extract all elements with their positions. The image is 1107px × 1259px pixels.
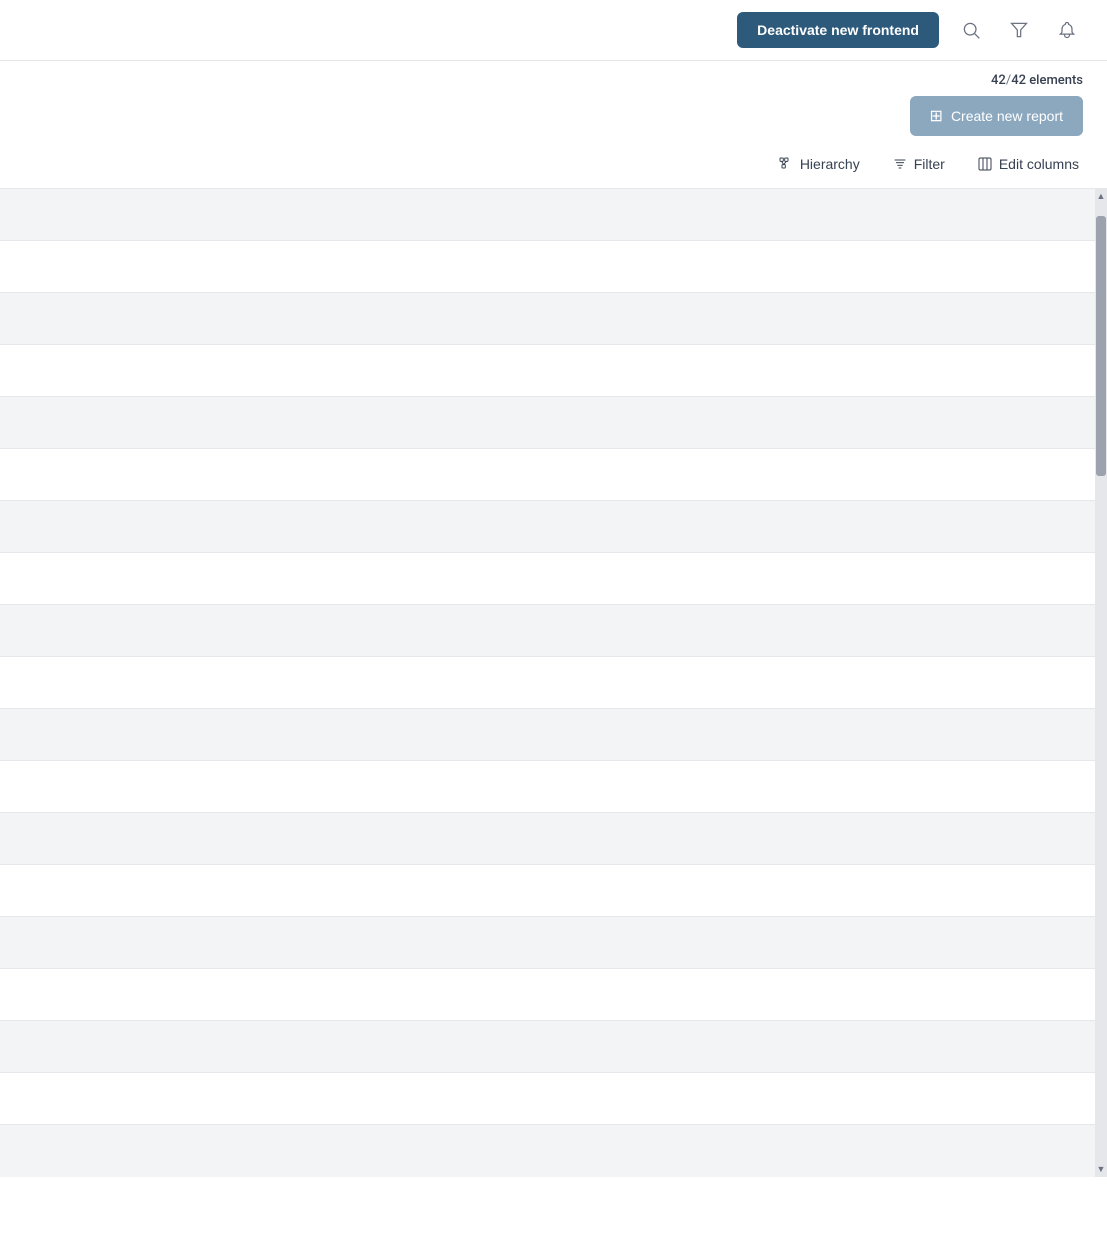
filter-icon xyxy=(892,156,908,172)
table-row[interactable] xyxy=(0,345,1095,397)
toolbar-section: 42/42 elements ⊞ Create new report xyxy=(0,61,1107,136)
table-row[interactable] xyxy=(0,605,1095,657)
deactivate-frontend-button[interactable]: Deactivate new frontend xyxy=(737,12,939,48)
funnel-icon xyxy=(1009,20,1029,40)
table-row[interactable] xyxy=(0,449,1095,501)
elements-total: 42 xyxy=(1011,73,1026,88)
table-row[interactable] xyxy=(0,813,1095,865)
columns-icon xyxy=(977,156,993,172)
table-area: ▲ ▼ xyxy=(0,189,1107,1177)
table-row[interactable] xyxy=(0,397,1095,449)
table-row[interactable] xyxy=(0,553,1095,605)
table-row[interactable] xyxy=(0,917,1095,969)
table-row[interactable] xyxy=(0,1073,1095,1125)
search-button[interactable] xyxy=(955,14,987,46)
create-report-button[interactable]: ⊞ Create new report xyxy=(910,96,1083,136)
table-row[interactable] xyxy=(0,761,1095,813)
top-bar: Deactivate new frontend xyxy=(0,0,1107,61)
scroll-thumb[interactable] xyxy=(1096,216,1106,476)
search-icon xyxy=(961,20,981,40)
elements-current: 42 xyxy=(991,73,1006,88)
table-row[interactable] xyxy=(0,1021,1095,1073)
table-row[interactable] xyxy=(0,1125,1095,1177)
table-header-row xyxy=(0,189,1095,241)
table-row[interactable] xyxy=(0,969,1095,1021)
scrollbar[interactable]: ▲ ▼ xyxy=(1095,189,1107,1177)
edit-columns-button[interactable]: Edit columns xyxy=(973,152,1083,176)
scroll-up-arrow[interactable]: ▲ xyxy=(1097,191,1106,202)
filter-bar: Hierarchy Filter Edit columns xyxy=(0,140,1107,189)
filter-label: Filter xyxy=(914,156,945,172)
table-row[interactable] xyxy=(0,241,1095,293)
table-row[interactable] xyxy=(0,865,1095,917)
edit-columns-label: Edit columns xyxy=(999,156,1079,172)
table-row[interactable] xyxy=(0,709,1095,761)
elements-count: 42/42 elements xyxy=(991,73,1083,88)
main-content xyxy=(0,189,1095,1177)
hierarchy-button[interactable]: Hierarchy xyxy=(774,152,864,176)
hierarchy-icon xyxy=(778,156,794,172)
scroll-down-arrow[interactable]: ▼ xyxy=(1097,1164,1106,1175)
elements-label: elements xyxy=(1029,73,1083,88)
table-row[interactable] xyxy=(0,501,1095,553)
funnel-button[interactable] xyxy=(1003,14,1035,46)
bell-icon xyxy=(1057,20,1077,40)
table-row[interactable] xyxy=(0,657,1095,709)
table-row[interactable] xyxy=(0,293,1095,345)
filter-button[interactable]: Filter xyxy=(888,152,949,176)
bell-button[interactable] xyxy=(1051,14,1083,46)
hierarchy-label: Hierarchy xyxy=(800,156,860,172)
report-icon: ⊞ xyxy=(930,106,943,126)
create-report-label: Create new report xyxy=(951,108,1063,124)
